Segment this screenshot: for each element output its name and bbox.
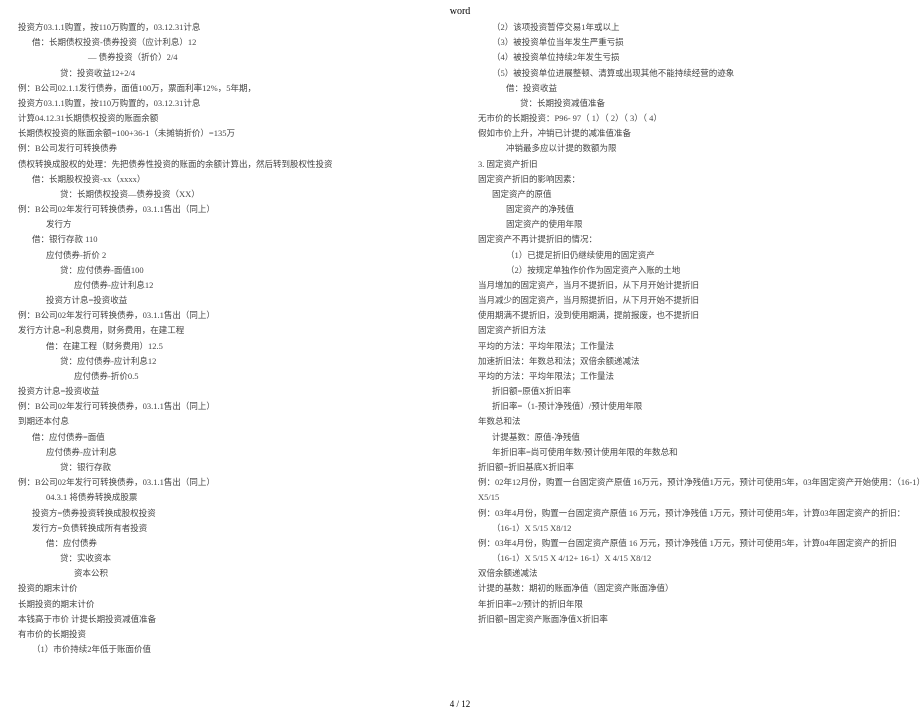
text-line: 应付债券-应计利息 [18,445,442,460]
text-line: 应付债券-折价 2 [18,248,442,263]
text-line: 长期投资的期末计价 [18,597,442,612]
text-line: （2）按规定单独作价作为固定资产入账的土地 [478,263,902,278]
text-line: （2）该项投资暂停交易1年或以上 [478,20,902,35]
text-line: 借：应付债券 [18,536,442,551]
text-line: 例：B公司02年发行可转换债券，03.1.1售出（同上） [18,202,442,217]
page-header-title: word [0,6,920,17]
text-line: 计算04.12.31长期债权投资的账面余额 [18,111,442,126]
text-line: 例：B公司发行可转换债券 [18,141,442,156]
text-line: 投资的期末计价 [18,581,442,596]
text-line: 冲销最多应以计提的数额为限 [478,141,902,156]
text-line: 有市价的长期投资 [18,627,442,642]
text-line: 假如市价上升，冲销已计提的减准值准备 [478,126,902,141]
text-line: 借：投资收益 [478,81,902,96]
text-line: 贷：应付债券-面值100 [18,263,442,278]
text-line: 例：B公司02年发行可转换债券，03.1.1售出（同上） [18,475,442,490]
text-line: 例：B公司02年发行可转换债券，03.1.1售出（同上） [18,399,442,414]
text-line: 到期还本付息 [18,414,442,429]
text-line: 加速折旧法：年数总和法；双倍余额递减法 [478,354,902,369]
text-line: 贷：银行存款 [18,460,442,475]
text-line: 当月减少的固定资产，当月照提折旧，从下月开始不提折旧 [478,293,902,308]
text-line: X5/15 [478,490,902,505]
text-line: 计提的基数：期初的账面净值（固定资产账面净值） [478,581,902,596]
text-line: 例：03年4月份，购置一台固定资产原值 16 万元，预计净残值 1万元，预计可使… [478,536,902,551]
right-column: （2）该项投资暂停交易1年或以上（3）被投资单位当年发生严重亏损（4）被投资单位… [460,20,920,690]
text-line: 当月增加的固定资产，当月不提折旧，从下月开始计提折旧 [478,278,902,293]
text-line: 固定资产的净残值 [478,202,902,217]
text-line: 固定资产折旧的影响因素： [478,172,902,187]
text-line: 发行方计息=利息费用，财务费用，在建工程 [18,323,442,338]
text-line: 双倍余额递减法 [478,566,902,581]
text-line: 应付债券-折价0.5 [18,369,442,384]
page-footer-number: 4 / 12 [0,699,920,709]
text-line: 无市价的长期投资：P96- 97（ 1）（ 2）（ 3）（ 4） [478,111,902,126]
text-line: 使用期满不提折旧，没到使用期满，提前报废，也不提折旧 [478,308,902,323]
text-line: 年数总和法 [478,414,902,429]
text-line: 例：03年4月份，购置一台固定资产原值 16 万元，预计净残值 1万元，预计可使… [478,506,902,521]
text-line: 例：B公司02.1.1发行债券，面值100万，票面利率12%，5年期， [18,81,442,96]
text-line: 贷：长期投资减值准备 [478,96,902,111]
text-line: 计提基数：原值-净残值 [478,430,902,445]
text-line: 04.3.1 将债券转换成股票 [18,490,442,505]
text-line: 发行方=负债转换成所有者投资 [18,521,442,536]
text-line: 投资方03.1.1购置，按110万购置的，03.12.31计息 [18,20,442,35]
text-line: （4）被投资单位持续2年发生亏损 [478,50,902,65]
text-line: 折旧率=（1-预计净残值）/预计使用年限 [478,399,902,414]
text-line: 投资方计息=投资收益 [18,384,442,399]
text-line: 借：长期股权投资-xx（xxxx） [18,172,442,187]
text-line: 例：B公司02年发行可转换债券，03.1.1售出（同上） [18,308,442,323]
text-line: 借：长期债权投资-债券投资（应计利息）12 [18,35,442,50]
left-column: 投资方03.1.1购置，按110万购置的，03.12.31计息借：长期债权投资-… [0,20,460,690]
text-line: 借：应付债券=面值 [18,430,442,445]
text-line: 3. 固定资产折旧 [478,157,902,172]
text-line: 固定资产的原值 [478,187,902,202]
text-line: 借：银行存款 110 [18,232,442,247]
text-line: 折旧额=固定资产账面净值X折旧率 [478,612,902,627]
text-line: 固定资产折旧方法 [478,323,902,338]
text-line: 平均的方法：平均年限法；工作量法 [478,339,902,354]
text-line: 折旧额=折旧基底X折旧率 [478,460,902,475]
text-line: 年折旧率=尚可使用年数/预计使用年限的年数总和 [478,445,902,460]
text-line: 发行方 [18,217,442,232]
text-line: 平均的方法：平均年限法；工作量法 [478,369,902,384]
text-line: 折旧额=原值X折旧率 [478,384,902,399]
text-line: 贷：实收资本 [18,551,442,566]
text-line: 固定资产不再计提折旧的情况： [478,232,902,247]
text-line: 固定资产的使用年限 [478,217,902,232]
text-line: （16-1）X 5/15 X8/12 [478,521,902,536]
text-line: — 债券投资（折价）2/4 [18,50,442,65]
text-line: 应付债券-应计利息12 [18,278,442,293]
text-line: 资本公积 [18,566,442,581]
text-line: 长期债权投资的账面余额=100+36-1（未摊销折价）=135万 [18,126,442,141]
text-line: 贷：长期债权投资—债券投资（XX） [18,187,442,202]
text-line: 贷：应付债券-应计利息12 [18,354,442,369]
text-line: 本钱高于市价 计提长期投资减值准备 [18,612,442,627]
text-line: 投资方=债券投资转换成股权投资 [18,506,442,521]
two-column-layout: 投资方03.1.1购置，按110万购置的，03.12.31计息借：长期债权投资-… [0,20,920,690]
text-line: 债权转换成股权的处理：先把债券性投资的账面的余额计算出，然后转到股权性投资 [18,157,442,172]
text-line: （1）已提足折旧仍继续使用的固定资产 [478,248,902,263]
text-line: 年折旧率=2/预计的折旧年限 [478,597,902,612]
text-line: 投资方03.1.1购置，按110万购置的，03.12.31计息 [18,96,442,111]
text-line: （3）被投资单位当年发生严重亏损 [478,35,902,50]
text-line: 贷：投资收益12+2/4 [18,66,442,81]
text-line: （1）市价持续2年低于账面价值 [18,642,442,657]
text-line: 投资方计息=投资收益 [18,293,442,308]
text-line: 例：02年12月份，购置一台固定资产原值 16万元，预计净残值1万元，预计可使用… [478,475,902,490]
text-line: （16-1）X 5/15 X 4/12+ 16-1）X 4/15 X8/12 [478,551,902,566]
text-line: 借：在建工程（财务费用）12.5 [18,339,442,354]
text-line: （5）被投资单位进展整顿、清算或出现其他不能持续经营的迹象 [478,66,902,81]
